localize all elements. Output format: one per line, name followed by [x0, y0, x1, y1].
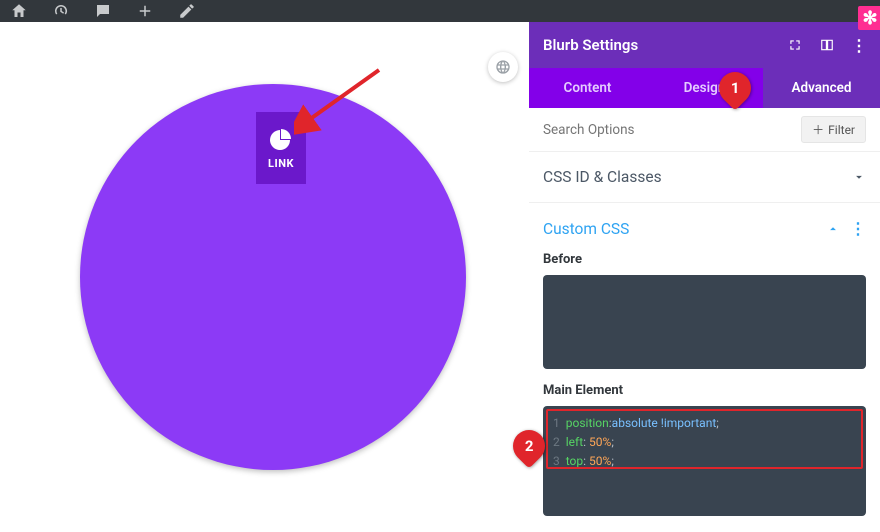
comment-icon[interactable]: [92, 0, 114, 22]
search-row: ＋ Filter: [529, 108, 880, 152]
section-custom-css: Custom CSS ⋮ Before Main Element 1positi…: [529, 203, 880, 532]
chevron-up-icon: ⋮: [826, 219, 866, 238]
panel-header: Blurb Settings ⋮: [529, 22, 880, 68]
code-editor-main-element[interactable]: 1position:absolute !important; 2left: 50…: [543, 406, 866, 516]
blurb-module[interactable]: LINK: [256, 112, 306, 184]
expand-icon[interactable]: [788, 38, 802, 52]
tab-content[interactable]: Content: [529, 68, 646, 108]
dashboard-icon[interactable]: [50, 0, 72, 22]
section-header-custom-css[interactable]: Custom CSS ⋮: [543, 219, 866, 238]
field-label-before: Before: [543, 252, 866, 267]
plus-icon[interactable]: [134, 0, 156, 22]
chevron-down-icon: [852, 170, 866, 184]
globe-icon[interactable]: [488, 52, 518, 82]
settings-panel: Blurb Settings ⋮ Content Design Advanced…: [528, 22, 880, 532]
section-menu-dots[interactable]: ⋮: [850, 219, 866, 238]
section-css-id[interactable]: CSS ID & Classes: [529, 152, 880, 203]
home-icon[interactable]: [8, 0, 30, 22]
tab-advanced[interactable]: Advanced: [763, 68, 880, 108]
field-label-main-element: Main Element: [543, 383, 866, 398]
preview-canvas: LINK: [0, 22, 528, 532]
divi-badge[interactable]: ✻: [858, 6, 880, 30]
search-input[interactable]: [543, 122, 793, 138]
section-title-custom-css: Custom CSS: [543, 220, 629, 238]
blurb-label: LINK: [268, 157, 294, 170]
snap-icon[interactable]: [820, 38, 834, 52]
section-title-css-id: CSS ID & Classes: [543, 168, 662, 186]
menu-dots-icon[interactable]: ⋮: [852, 38, 866, 52]
pie-chart-icon: [269, 127, 293, 151]
code-editor-before[interactable]: [543, 275, 866, 369]
filter-button[interactable]: ＋ Filter: [801, 116, 866, 143]
pencil-icon[interactable]: [176, 0, 198, 22]
panel-title: Blurb Settings: [543, 36, 638, 54]
admin-bar: ✻: [0, 0, 880, 22]
panel-tabs: Content Design Advanced 1: [529, 68, 880, 108]
